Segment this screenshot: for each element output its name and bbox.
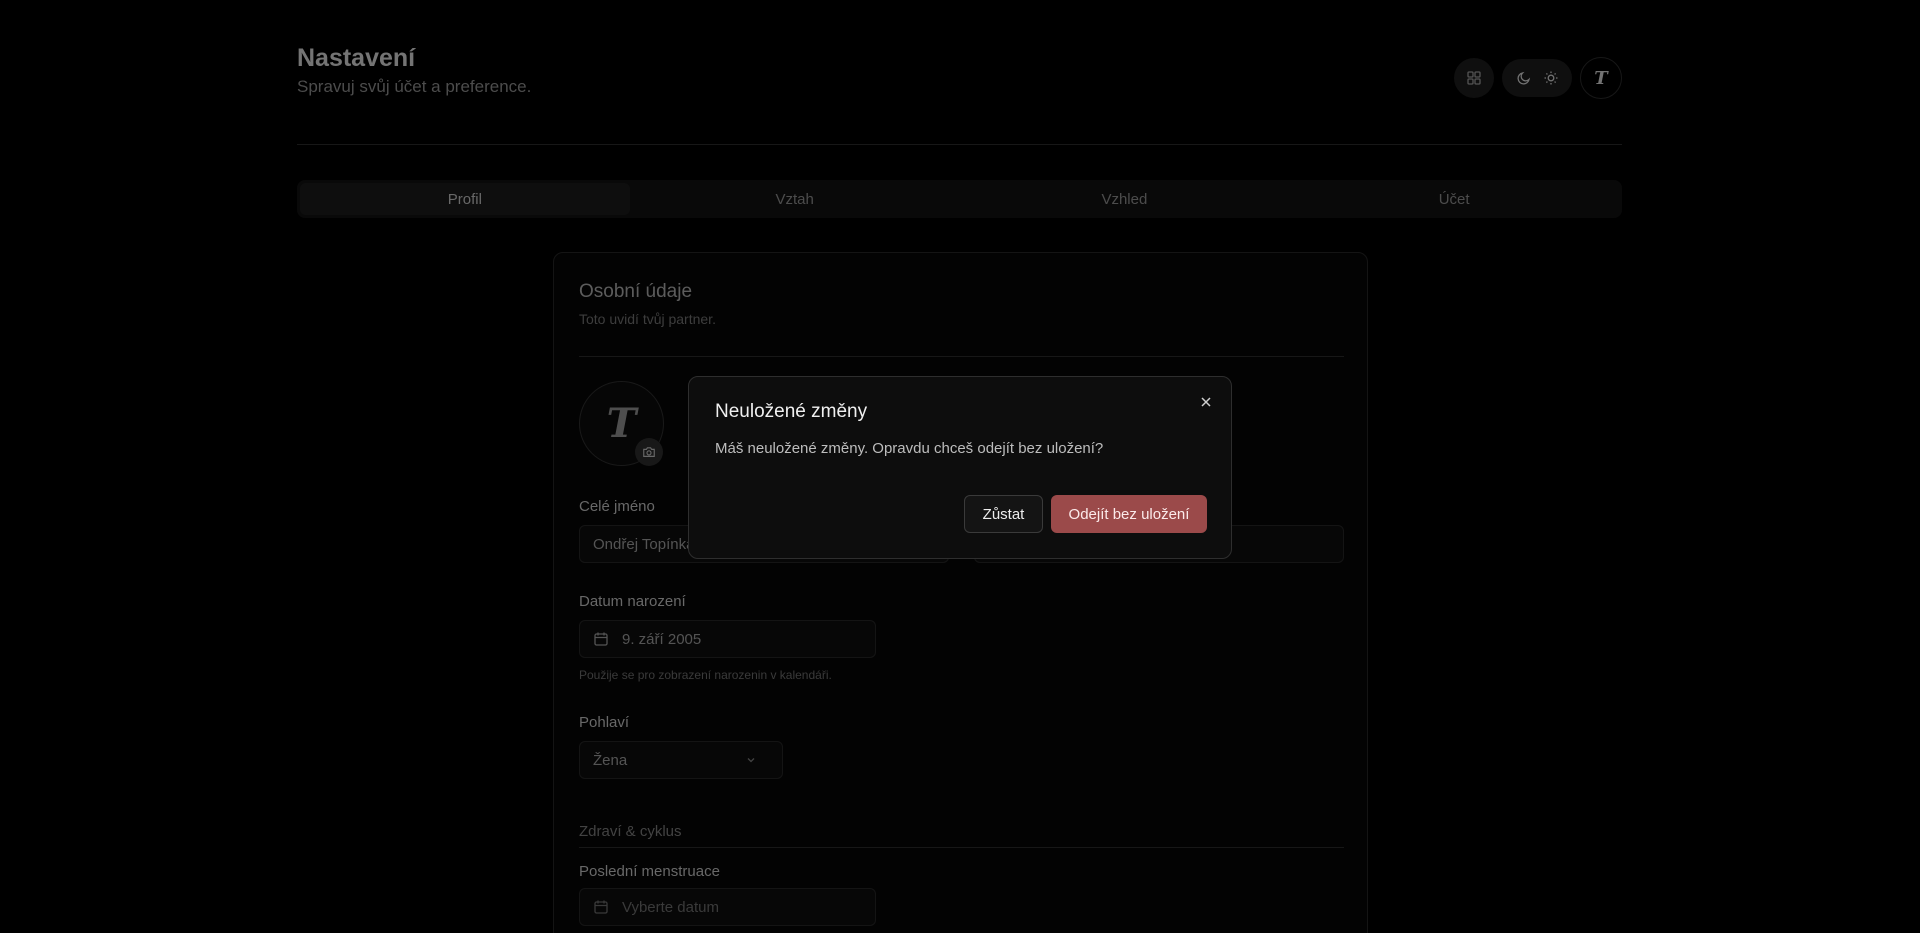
dialog-close-button[interactable] <box>1197 393 1215 411</box>
unsaved-changes-dialog: Neuložené změny Máš neuložené změny. Opr… <box>688 376 1232 559</box>
leave-without-saving-button[interactable]: Odejít bez uložení <box>1051 495 1207 533</box>
dialog-message: Máš neuložené změny. Opravdu chceš odejí… <box>715 440 1104 457</box>
stay-button[interactable]: Zůstat <box>964 495 1043 533</box>
settings-page: Nastavení Spravuj svůj účet a preference… <box>0 0 1920 933</box>
close-icon <box>1201 397 1211 407</box>
dialog-title: Neuložené změny <box>715 401 868 422</box>
